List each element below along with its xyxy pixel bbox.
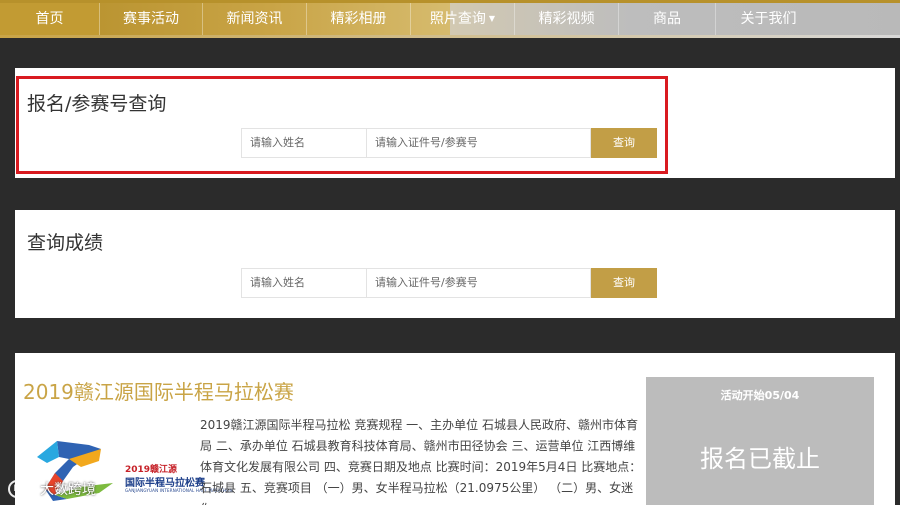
- logo-name-text: 国际半程马拉松赛: [125, 478, 205, 489]
- nav-item-events[interactable]: 赛事活动: [100, 3, 203, 35]
- chevron-down-icon: ▼: [488, 14, 496, 23]
- event-title[interactable]: 2019赣江源国际半程马拉松赛: [23, 376, 294, 405]
- watermark-logo-icon: K: [8, 480, 26, 498]
- event-panel: 2019赣江源国际半程马拉松赛 2019赣江源 国际半程马拉松赛 GANJIAN…: [15, 353, 895, 505]
- top-nav: 首页 赛事活动 新闻资讯 精彩相册 照片查询 ▼ 精彩视频 商品 关于我们: [0, 0, 900, 38]
- results-id-input[interactable]: 请输入证件号/参赛号: [367, 268, 591, 298]
- results-search-button[interactable]: 查询: [591, 268, 657, 298]
- results-search-panel: 查询成绩 请输入姓名 请输入证件号/参赛号 查询: [15, 210, 895, 318]
- nav-item-products[interactable]: 商品: [619, 3, 716, 35]
- watermark-text: 大数跨境: [40, 482, 96, 498]
- nav-item-label: 精彩相册: [330, 11, 387, 27]
- registration-closed-badge: 报名已截止: [700, 445, 820, 473]
- nav-item-about[interactable]: 关于我们: [716, 3, 821, 35]
- nav-item-label: 赛事活动: [123, 11, 179, 27]
- nav-item-home[interactable]: 首页: [0, 3, 100, 35]
- nav-item-label: 商品: [653, 11, 681, 27]
- event-description: 2019赣江源国际半程马拉松 竞赛规程 一、主办单位 石城县人民政府、赣州市体育…: [200, 418, 642, 505]
- results-name-input[interactable]: 请输入姓名: [241, 268, 367, 298]
- watermark: K 大数跨境: [8, 478, 96, 500]
- event-start-date: 活动开始05/04: [720, 389, 800, 402]
- nav-item-photo-search[interactable]: 照片查询 ▼: [411, 3, 515, 35]
- nav-item-label: 关于我们: [740, 11, 797, 27]
- results-search-title: 查询成绩: [27, 232, 104, 254]
- nav-item-videos[interactable]: 精彩视频: [515, 3, 619, 35]
- nav-item-news[interactable]: 新闻资讯: [203, 3, 307, 35]
- nav-item-label: 新闻资讯: [226, 11, 283, 27]
- results-search-form: 请输入姓名 请输入证件号/参赛号 查询: [241, 268, 657, 298]
- nav-item-label: 精彩视频: [538, 11, 595, 27]
- highlight-frame: [16, 76, 668, 174]
- nav-item-label: 照片查询: [429, 11, 486, 27]
- nav-item-label: 首页: [35, 11, 64, 27]
- nav-bottom-border: [0, 35, 900, 38]
- event-status-card[interactable]: 活动开始05/04 报名已截止: [646, 377, 874, 505]
- nav-item-album[interactable]: 精彩相册: [307, 3, 411, 35]
